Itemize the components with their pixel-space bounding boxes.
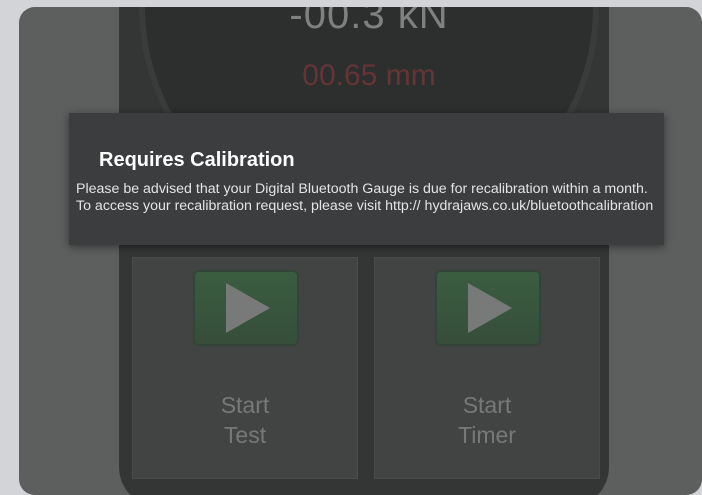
modal-scrim[interactable] [19,7,702,495]
app-screen: -00.3 kN 00.65 mm Start Test Start Timer… [19,7,702,495]
dialog-title: Requires Calibration [99,149,295,171]
calibration-dialog: Requires Calibration Please be advised t… [69,113,664,245]
dialog-message: Please be advised that your Digital Blue… [76,181,654,214]
